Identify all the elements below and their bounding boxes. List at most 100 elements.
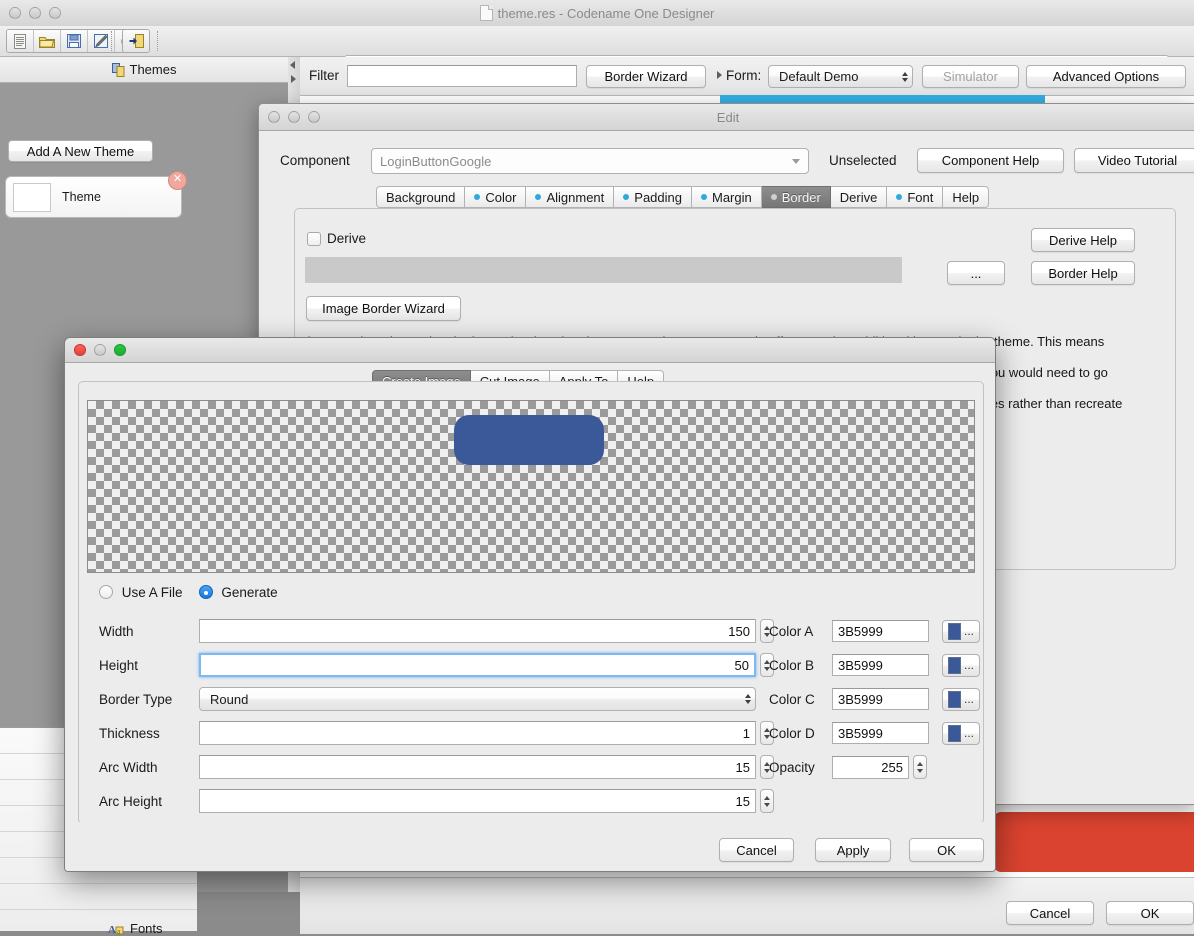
sidebar-item-fonts[interactable]: Aa Fonts bbox=[108, 921, 163, 936]
edit-tab-label: Help bbox=[952, 189, 979, 206]
edit-tab-derive[interactable]: Derive bbox=[831, 186, 888, 208]
component-combo[interactable]: LoginButtonGoogle bbox=[371, 148, 809, 174]
opacity-label: Opacity bbox=[769, 760, 832, 775]
create-image-footer: Cancel Apply OK bbox=[65, 822, 995, 871]
arc-width-input[interactable] bbox=[199, 755, 756, 779]
derive-help-button[interactable]: Derive Help bbox=[1031, 228, 1135, 252]
create-image-traffic-lights[interactable] bbox=[65, 344, 126, 356]
thickness-input[interactable] bbox=[199, 721, 756, 745]
collapse-right-icon[interactable] bbox=[291, 75, 296, 83]
zoom-button[interactable] bbox=[114, 344, 126, 356]
width-input[interactable] bbox=[199, 619, 756, 643]
close-button[interactable] bbox=[74, 344, 86, 356]
opacity-stepper[interactable] bbox=[913, 755, 927, 779]
color-c-input[interactable] bbox=[832, 688, 929, 710]
edit-tab-label: Color bbox=[485, 189, 516, 206]
field-label: Thickness bbox=[99, 726, 199, 741]
color-b-picker-button[interactable]: ... bbox=[942, 654, 980, 677]
height-input[interactable] bbox=[199, 653, 756, 677]
advanced-options-button[interactable]: Advanced Options bbox=[1026, 65, 1186, 88]
opacity-row: Opacity bbox=[769, 753, 927, 781]
chevron-updown-icon bbox=[902, 72, 908, 82]
form-combo[interactable]: Default Demo bbox=[768, 65, 913, 88]
create-image-cancel-button[interactable]: Cancel bbox=[719, 838, 794, 862]
themes-icon bbox=[112, 63, 125, 77]
use-a-file-radio[interactable] bbox=[99, 585, 113, 599]
edit-tab-border[interactable]: Border bbox=[762, 186, 831, 208]
edit-tab-alignment[interactable]: Alignment bbox=[526, 186, 614, 208]
border-help-button[interactable]: Border Help bbox=[1031, 261, 1135, 285]
minimize-button[interactable] bbox=[29, 7, 41, 19]
color-c-picker-button[interactable]: ... bbox=[942, 688, 980, 711]
add-a-new-theme-button[interactable]: Add A New Theme bbox=[8, 140, 153, 162]
theme-list-item[interactable]: Theme ✕ bbox=[5, 176, 182, 218]
edit-tab-padding[interactable]: Padding bbox=[614, 186, 692, 208]
edit-tab-font[interactable]: Font bbox=[887, 186, 943, 208]
close-button[interactable] bbox=[268, 111, 280, 123]
zoom-button[interactable] bbox=[49, 7, 61, 19]
chevron-down-icon[interactable] bbox=[792, 159, 800, 164]
sidebar-header-label: Themes bbox=[130, 62, 177, 77]
theme-thumbnail bbox=[13, 183, 51, 212]
main-window-titlebar: theme.res - Codename One Designer bbox=[0, 0, 1194, 27]
edit-tab-background[interactable]: Background bbox=[376, 186, 465, 208]
filter-input[interactable] bbox=[347, 65, 577, 87]
opacity-input[interactable] bbox=[832, 756, 909, 779]
edit-tab-help[interactable]: Help bbox=[943, 186, 989, 208]
minimize-button[interactable] bbox=[94, 344, 106, 356]
main-toolbar: ? Override In Platform: [Base Resource] bbox=[0, 26, 1194, 57]
new-file-icon[interactable] bbox=[7, 30, 34, 52]
edit-tab-color[interactable]: Color bbox=[465, 186, 526, 208]
arc-height-stepper[interactable] bbox=[760, 789, 774, 813]
border-wizard-button[interactable]: Border Wizard bbox=[586, 65, 706, 88]
color-d-picker-button[interactable]: ... bbox=[942, 722, 980, 745]
color-label: Color D bbox=[769, 726, 832, 741]
field-label: Height bbox=[99, 658, 199, 673]
generate-radio[interactable] bbox=[199, 585, 213, 599]
video-tutorial-button[interactable]: Video Tutorial bbox=[1074, 148, 1194, 173]
edit-tab-label: Margin bbox=[712, 189, 752, 206]
main-ok-button[interactable]: OK bbox=[1106, 901, 1194, 925]
edit-tabs[interactable]: Background Color AlignmentPadding Margin Bor… bbox=[376, 186, 989, 208]
image-border-wizard-button[interactable]: Image Border Wizard bbox=[306, 296, 461, 321]
field-row: Thickness bbox=[99, 719, 839, 747]
color-a-input[interactable] bbox=[832, 620, 929, 642]
exit-icon[interactable] bbox=[123, 30, 149, 52]
open-folder-icon[interactable] bbox=[34, 30, 61, 52]
border-type-value: Round bbox=[210, 692, 745, 707]
close-button[interactable] bbox=[9, 7, 21, 19]
create-image-apply-button[interactable]: Apply bbox=[815, 838, 891, 862]
form-expand-icon[interactable] bbox=[717, 71, 722, 79]
minimize-button[interactable] bbox=[288, 111, 300, 123]
use-a-file-radio-option[interactable]: Use A File bbox=[99, 585, 183, 600]
edit-tab-margin[interactable]: Margin bbox=[692, 186, 762, 208]
border-type-combo[interactable]: Round bbox=[199, 687, 756, 711]
source-radio-group[interactable]: Use A File Generate bbox=[99, 585, 278, 600]
window-traffic-lights[interactable] bbox=[0, 7, 61, 19]
color-a-picker-button[interactable]: ... bbox=[942, 620, 980, 643]
field-row: Width bbox=[99, 617, 839, 645]
derive-checkbox[interactable] bbox=[307, 232, 321, 246]
color-label: Color A bbox=[769, 624, 832, 639]
edit-window-traffic-lights[interactable] bbox=[259, 111, 320, 123]
border-preview-strip bbox=[305, 257, 902, 283]
border-ellipsis-button[interactable]: ... bbox=[947, 261, 1005, 285]
list-item[interactable] bbox=[0, 884, 197, 910]
generate-label: Generate bbox=[221, 585, 277, 600]
simulator-button[interactable]: Simulator bbox=[922, 65, 1019, 88]
save-icon[interactable] bbox=[61, 30, 88, 52]
color-d-input[interactable] bbox=[832, 722, 929, 744]
zoom-button[interactable] bbox=[308, 111, 320, 123]
sidebar-item-fonts-label: Fonts bbox=[130, 921, 163, 936]
image-preview-canvas[interactable] bbox=[87, 400, 975, 573]
component-help-button[interactable]: Component Help bbox=[917, 148, 1064, 173]
toolbar-icon-group-exit bbox=[122, 29, 150, 53]
main-cancel-button[interactable]: Cancel bbox=[1006, 901, 1094, 925]
arc-height-input[interactable] bbox=[199, 789, 756, 813]
create-image-ok-button[interactable]: OK bbox=[909, 838, 984, 862]
toolbar-divider-1 bbox=[111, 31, 112, 51]
generate-radio-option[interactable]: Generate bbox=[199, 585, 278, 600]
color-b-input[interactable] bbox=[832, 654, 929, 676]
theme-remove-icon[interactable]: ✕ bbox=[168, 171, 187, 190]
collapse-left-icon[interactable] bbox=[290, 61, 295, 69]
